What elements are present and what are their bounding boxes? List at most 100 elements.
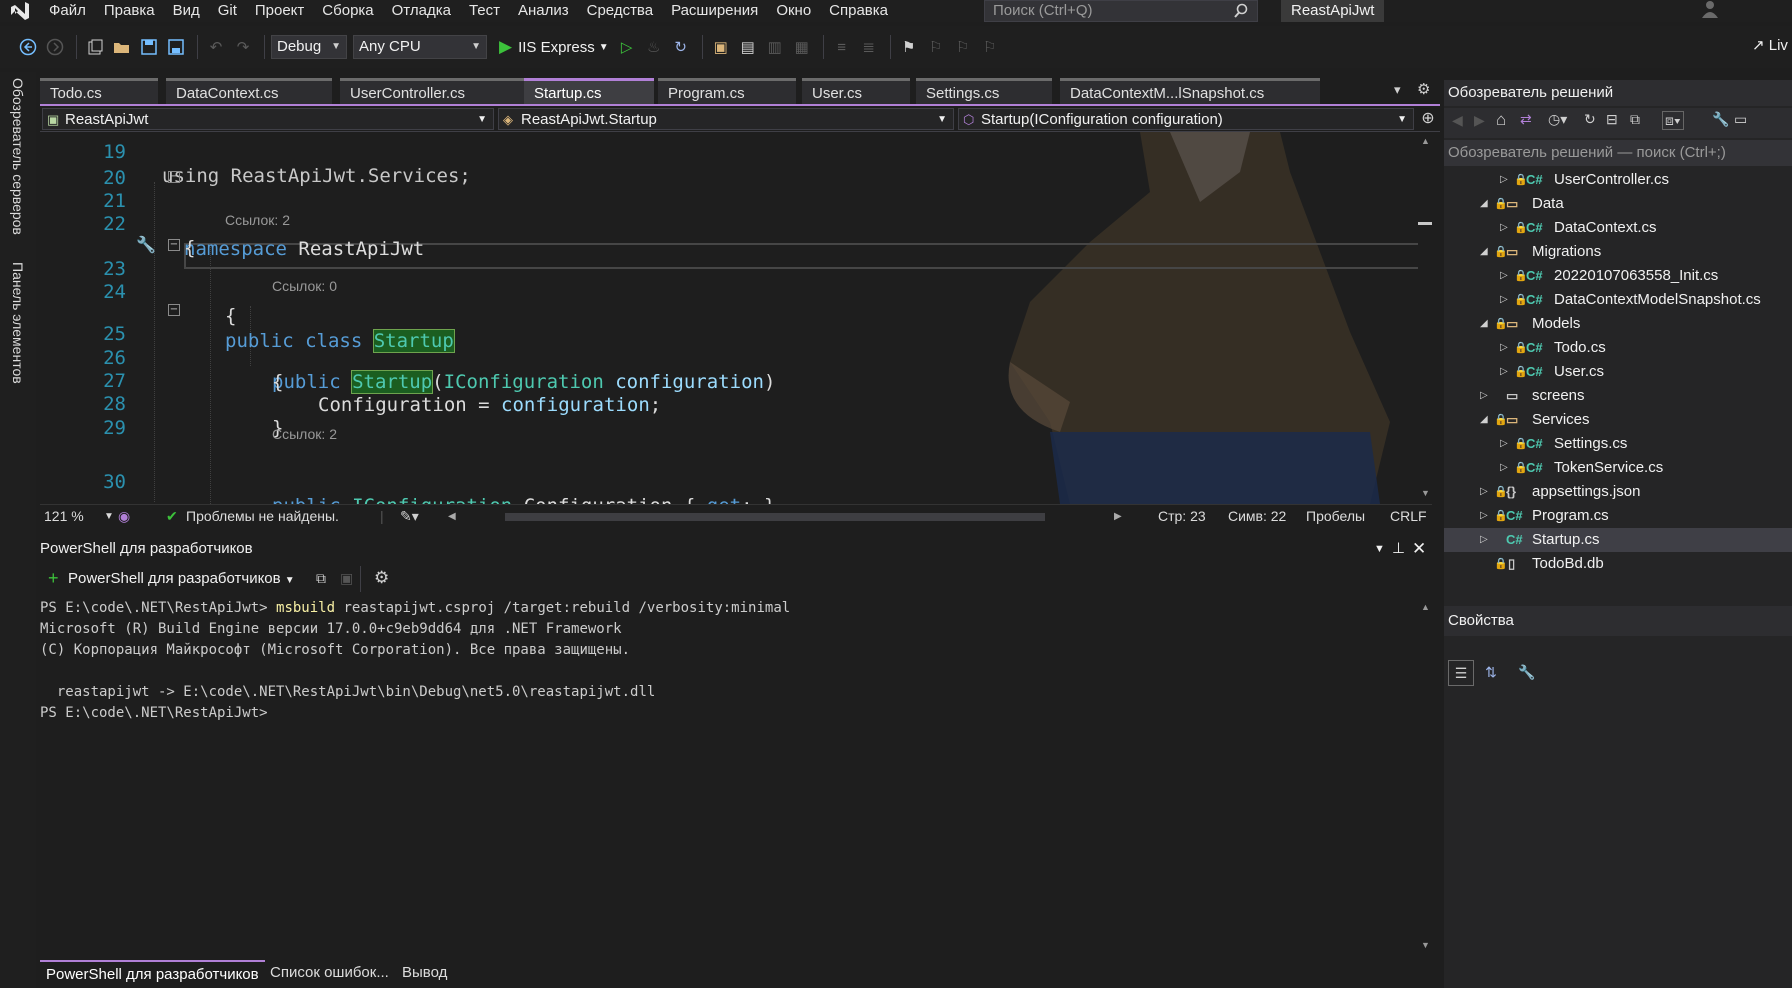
- new-project-icon[interactable]: [83, 35, 107, 59]
- tab-todo-cs[interactable]: Todo.cs: [40, 78, 158, 104]
- menu-file[interactable]: Файл: [40, 0, 95, 22]
- show-all-files-icon[interactable]: ⧉: [1630, 111, 1640, 128]
- editor-vertical-scrollbar[interactable]: ▲ ▼: [1418, 132, 1432, 504]
- save-all-icon[interactable]: [164, 35, 188, 59]
- tree-item-settings-cs[interactable]: ▷ 🔒 C# Settings.cs: [1444, 432, 1792, 456]
- expand-icon[interactable]: ▷: [1480, 504, 1488, 528]
- tree-item-migrations-folder[interactable]: ◢ 🔒 ▭ Migrations: [1444, 240, 1792, 264]
- collapse-icon[interactable]: ◢: [1480, 408, 1488, 432]
- outdent-icon[interactable]: ≣: [857, 35, 881, 59]
- pending-changes-icon[interactable]: ◷▾: [1548, 111, 1567, 128]
- start-without-debugging-icon[interactable]: ▷: [615, 35, 639, 59]
- class-dropdown[interactable]: ◈ ReastApiJwt.Startup ▼: [498, 108, 954, 130]
- uncomment-icon[interactable]: ▦: [790, 35, 814, 59]
- tree-item-todo-cs[interactable]: ▷ 🔒 C# Todo.cs: [1444, 336, 1792, 360]
- tab-datacontextmodelsnapshot-cs[interactable]: DataContextM...lSnapshot.cs: [1060, 78, 1320, 104]
- filter-icon[interactable]: ⧈▾: [1662, 111, 1684, 130]
- panel-menu-icon[interactable]: ▼: [1374, 536, 1385, 562]
- expand-icon[interactable]: ▷: [1480, 480, 1488, 504]
- gear-icon[interactable]: ⚙: [1417, 80, 1430, 98]
- preview-icon[interactable]: ▭: [1734, 111, 1747, 128]
- tree-item-services-folder[interactable]: ◢ 🔒 ▭ Services: [1444, 408, 1792, 432]
- browse-folder-icon[interactable]: ▣: [709, 35, 733, 59]
- expand-icon[interactable]: ▷: [1500, 432, 1508, 456]
- home-icon[interactable]: ⌂: [1496, 110, 1506, 130]
- account-avatar[interactable]: [1700, 0, 1720, 20]
- pin-icon[interactable]: ⊥: [1392, 536, 1405, 562]
- terminal-scrollbar[interactable]: ▲ ▼: [1418, 598, 1432, 956]
- tree-item-todobd-db[interactable]: 🔒 ▯ TodoBd.db: [1444, 552, 1792, 576]
- collapse-icon[interactable]: ◢: [1480, 240, 1488, 264]
- comment-icon[interactable]: ▥: [763, 35, 787, 59]
- expand-icon[interactable]: ▷: [1500, 360, 1508, 384]
- visual-studio-logo-icon[interactable]: [0, 0, 40, 22]
- tab-datacontext-cs[interactable]: DataContext.cs: [166, 78, 332, 104]
- codelens-references[interactable]: Ссылок: 0: [272, 278, 337, 294]
- tree-item-datacontextmodelsnapshot-cs[interactable]: ▷ 🔒 C# DataContextModelSnapshot.cs: [1444, 288, 1792, 312]
- configuration-select[interactable]: Debug ▼: [271, 35, 347, 59]
- codelens-references[interactable]: Ссылок: 2: [225, 212, 290, 228]
- zoom-level[interactable]: 121 %: [44, 505, 84, 528]
- menu-extensions[interactable]: Расширения: [662, 0, 767, 22]
- cursor-line[interactable]: Стр: 23: [1158, 505, 1206, 528]
- next-bookmark-icon[interactable]: ⚐: [951, 35, 975, 59]
- scroll-down-icon[interactable]: ▼: [1421, 488, 1430, 498]
- tree-item-program-cs[interactable]: ▷ 🔒 C# Program.cs: [1444, 504, 1792, 528]
- chevron-down-icon[interactable]: ▼: [104, 505, 114, 528]
- bookmark-icon[interactable]: ⚑: [897, 35, 921, 59]
- tree-item-models-folder[interactable]: ◢ 🔒 ▭ Models: [1444, 312, 1792, 336]
- project-dropdown[interactable]: ▣ ReastApiJwt ▼: [42, 108, 494, 130]
- tab-output[interactable]: Вывод: [396, 960, 453, 986]
- collapse-icon[interactable]: −: [168, 171, 180, 183]
- prev-bookmark-icon[interactable]: ⚐: [924, 35, 948, 59]
- copilot-icon[interactable]: ◉: [118, 505, 130, 528]
- properties-wrench-icon[interactable]: 🔧: [1712, 111, 1729, 128]
- expand-icon[interactable]: ▷: [1500, 336, 1508, 360]
- paste-icon[interactable]: ▣: [340, 570, 353, 587]
- split-editor-icon[interactable]: ⊕: [1418, 108, 1438, 130]
- menu-help[interactable]: Справка: [820, 0, 897, 22]
- gear-icon[interactable]: ⚙: [374, 568, 389, 588]
- collapse-icon[interactable]: −: [168, 304, 180, 316]
- expand-icon[interactable]: ▷: [1500, 216, 1508, 240]
- categorized-icon[interactable]: ☰: [1448, 660, 1474, 686]
- expand-icon[interactable]: ▷: [1500, 168, 1508, 192]
- tree-item-usercontroller-cs[interactable]: ▷ 🔒 C# UserController.cs: [1444, 168, 1792, 192]
- open-folder-icon[interactable]: [110, 35, 134, 59]
- switch-views-icon[interactable]: ⇄: [1520, 111, 1532, 128]
- search-input[interactable]: Поиск (Ctrl+Q): [984, 0, 1258, 22]
- menu-debug[interactable]: Отладка: [383, 0, 460, 22]
- undo-icon[interactable]: ↶: [204, 35, 228, 59]
- codelens-references[interactable]: Ссылок: 2: [272, 426, 337, 442]
- expand-icon[interactable]: ▷: [1480, 528, 1488, 552]
- brush-cleanup-icon[interactable]: ✎▾: [400, 505, 419, 528]
- whitespace-mode[interactable]: Пробелы: [1306, 505, 1365, 528]
- menu-test[interactable]: Тест: [460, 0, 509, 22]
- collapse-icon[interactable]: ◢: [1480, 312, 1488, 336]
- tab-error-list[interactable]: Список ошибок...: [264, 960, 395, 986]
- solution-explorer-search-input[interactable]: Обозреватель решений — поиск (Ctrl+;): [1444, 140, 1792, 166]
- redo-icon[interactable]: ↷: [231, 35, 255, 59]
- scroll-left-icon[interactable]: ◀: [448, 505, 456, 528]
- terminal-profile-select[interactable]: PowerShell для разработчиков ▼: [68, 570, 295, 587]
- tree-item-data-folder[interactable]: ◢ 🔒 ▭ Data: [1444, 192, 1792, 216]
- server-explorer-tab[interactable]: Обозреватель серверов: [10, 78, 26, 235]
- add-terminal-icon[interactable]: +: [48, 568, 59, 589]
- menu-analyze[interactable]: Анализ: [509, 0, 578, 22]
- tab-startup-cs[interactable]: Startup.cs: [524, 78, 654, 104]
- tree-item-screens-folder[interactable]: ▷ ▭ screens: [1444, 384, 1792, 408]
- tab-usercontroller-cs[interactable]: UserController.cs: [340, 78, 524, 104]
- expand-icon[interactable]: ▷: [1500, 456, 1508, 480]
- forward-icon[interactable]: ▶: [1474, 112, 1485, 129]
- collapse-icon[interactable]: ◢: [1480, 192, 1488, 216]
- expand-icon[interactable]: ▷: [1500, 264, 1508, 288]
- collapse-all-icon[interactable]: ⊟: [1606, 111, 1618, 128]
- property-pages-wrench-icon[interactable]: 🔧: [1514, 660, 1540, 686]
- cursor-column[interactable]: Симв: 22: [1228, 505, 1286, 528]
- menu-window[interactable]: Окно: [767, 0, 820, 22]
- expand-icon[interactable]: ▷: [1480, 384, 1488, 408]
- run-iis-express-button[interactable]: ▶ IIS Express ▼: [499, 37, 609, 57]
- menu-build[interactable]: Сборка: [313, 0, 382, 22]
- scroll-up-icon[interactable]: ▲: [1421, 136, 1430, 146]
- platform-select[interactable]: Any CPU ▼: [353, 35, 487, 59]
